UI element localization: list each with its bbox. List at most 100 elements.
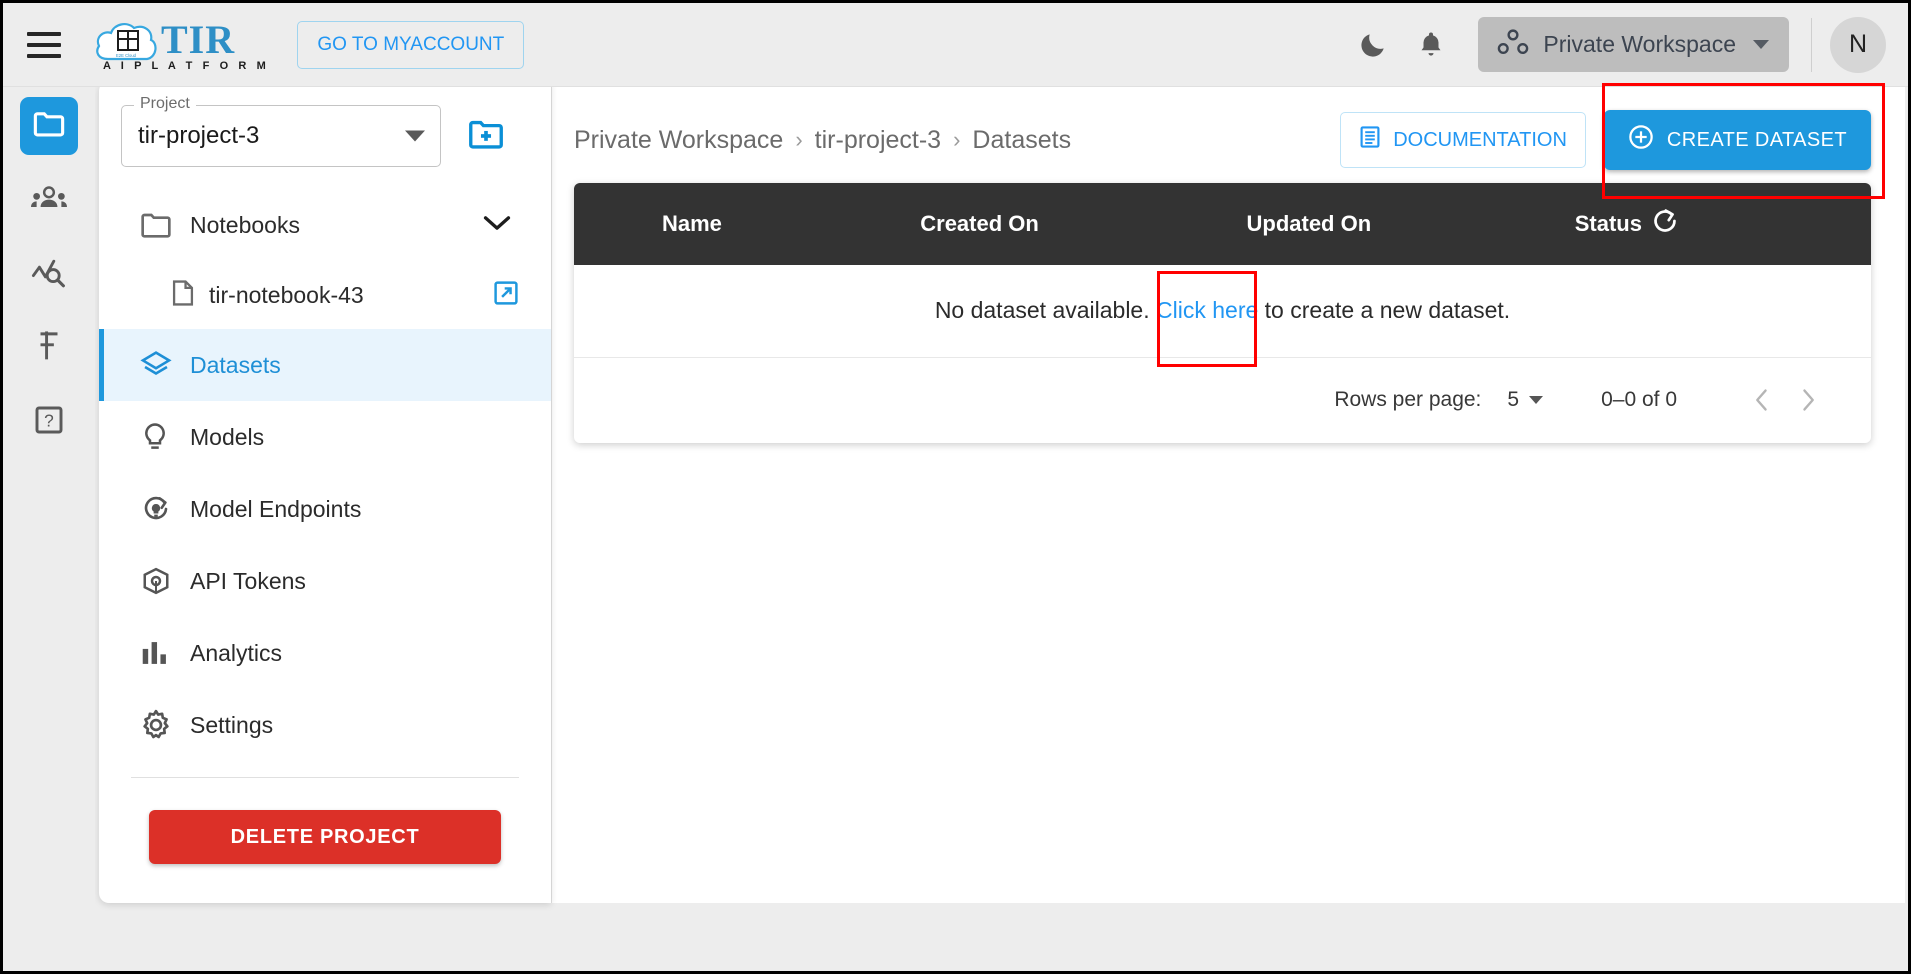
table-header-row: Name Created On Updated On Status bbox=[574, 183, 1871, 265]
sidebar-item-api-tokens[interactable]: API Tokens bbox=[99, 545, 551, 617]
breadcrumb: Private Workspace › tir-project-3 › Data… bbox=[574, 126, 1071, 155]
sidebar-item-label: Settings bbox=[190, 711, 274, 738]
datasets-table-card: Name Created On Updated On Status No dat… bbox=[574, 183, 1871, 443]
sidebar-item-label: Model Endpoints bbox=[190, 495, 362, 522]
breadcrumb-item-workspace[interactable]: Private Workspace bbox=[574, 126, 783, 155]
breadcrumb-item-project[interactable]: tir-project-3 bbox=[815, 126, 941, 155]
people-group-icon bbox=[31, 184, 67, 217]
pagination-range: 0–0 of 0 bbox=[1601, 388, 1677, 412]
column-header-status-label: Status bbox=[1574, 211, 1642, 236]
bar-chart-icon bbox=[140, 639, 178, 667]
rupee-icon bbox=[34, 329, 64, 368]
sidebar-item-model-endpoints[interactable]: Model Endpoints bbox=[99, 473, 551, 545]
table-body: No dataset available. Click here to crea… bbox=[574, 265, 1871, 443]
header-actions: DOCUMENTATION CREATE DATASET bbox=[1340, 110, 1871, 170]
app-root: E2E Cloud TIR A I P L A T F O R M GO TO … bbox=[0, 0, 1911, 974]
workspace-dots-icon bbox=[1496, 29, 1530, 60]
lightbulb-icon bbox=[140, 422, 178, 452]
delete-project-button[interactable]: DELETE PROJECT bbox=[149, 810, 501, 864]
pagination: Rows per page: 5 0–0 of 0 bbox=[574, 377, 1871, 423]
sidebar-item-datasets[interactable]: Datasets bbox=[99, 329, 551, 401]
document-icon bbox=[1359, 125, 1381, 155]
click-here-link[interactable]: Click here bbox=[1156, 297, 1258, 323]
main-content: Private Workspace › tir-project-3 › Data… bbox=[551, 81, 1905, 903]
endpoint-icon bbox=[140, 494, 178, 524]
open-external-icon[interactable] bbox=[493, 280, 519, 311]
empty-state-cell: No dataset available. Click here to crea… bbox=[574, 265, 1871, 358]
rows-per-page-label: Rows per page: bbox=[1334, 388, 1482, 412]
table-empty-row: No dataset available. Click here to crea… bbox=[574, 265, 1871, 358]
create-dataset-button-label: CREATE DATASET bbox=[1666, 128, 1847, 151]
pagination-next-button[interactable] bbox=[1785, 377, 1831, 423]
folder-outline-icon bbox=[140, 211, 178, 239]
project-sidebar-panel: Project tir-project-3 Notebooks tir-note… bbox=[99, 81, 551, 903]
gear-icon bbox=[140, 709, 178, 741]
sidebar-item-settings[interactable]: Settings bbox=[99, 689, 551, 761]
rail-item-help[interactable]: ? bbox=[20, 393, 78, 451]
create-dataset-button[interactable]: CREATE DATASET bbox=[1603, 110, 1871, 170]
layers-icon bbox=[140, 350, 178, 380]
project-select[interactable]: Project tir-project-3 bbox=[121, 95, 441, 167]
pagination-prev-button[interactable] bbox=[1739, 377, 1785, 423]
breadcrumb-separator: › bbox=[953, 127, 961, 152]
project-select-row: Project tir-project-3 bbox=[99, 81, 551, 167]
sidebar-item-notebooks[interactable]: Notebooks bbox=[99, 189, 551, 261]
top-bar: E2E Cloud TIR A I P L A T F O R M GO TO … bbox=[3, 3, 1908, 87]
workspace-selector[interactable]: Private Workspace bbox=[1478, 17, 1789, 72]
go-to-myaccount-button[interactable]: GO TO MYACCOUNT bbox=[297, 20, 525, 69]
breadcrumb-separator: › bbox=[795, 127, 803, 152]
chevron-down-icon bbox=[1529, 396, 1544, 405]
datasets-table: Name Created On Updated On Status No dat… bbox=[574, 183, 1871, 443]
documentation-button-label: DOCUMENTATION bbox=[1393, 128, 1567, 151]
empty-state-text-after: to create a new dataset. bbox=[1264, 297, 1511, 324]
project-select-value: tir-project-3 bbox=[138, 122, 260, 149]
sidebar-item-label: Models bbox=[190, 423, 265, 450]
sidebar-item-analytics[interactable]: Analytics bbox=[99, 617, 551, 689]
rail-item-team[interactable] bbox=[20, 171, 78, 229]
refresh-icon[interactable] bbox=[1652, 208, 1678, 240]
project-nav-list: Notebooks tir-notebook-43 Datasets Model… bbox=[99, 189, 551, 864]
chevron-down-icon bbox=[1753, 40, 1769, 49]
documentation-button[interactable]: DOCUMENTATION bbox=[1340, 112, 1586, 168]
cloud-grid-logo-icon: E2E Cloud bbox=[93, 17, 159, 69]
hamburger-menu-icon[interactable] bbox=[27, 31, 61, 58]
sidebar-subitem-tir-notebook-43[interactable]: tir-notebook-43 bbox=[99, 261, 551, 329]
svg-text:?: ? bbox=[44, 410, 54, 430]
column-header-updated-on[interactable]: Updated On bbox=[1222, 183, 1547, 265]
sidebar-item-models[interactable]: Models bbox=[99, 401, 551, 473]
sidebar-item-label: Analytics bbox=[190, 639, 283, 666]
bell-icon[interactable] bbox=[1408, 22, 1454, 68]
column-header-status[interactable]: Status bbox=[1546, 183, 1871, 265]
file-icon bbox=[171, 279, 195, 312]
rail-item-billing[interactable] bbox=[20, 319, 78, 377]
table-pagination-row: Rows per page: 5 0–0 of 0 bbox=[574, 357, 1871, 443]
rows-per-page-select[interactable]: 5 bbox=[1507, 388, 1544, 412]
table-head: Name Created On Updated On Status bbox=[574, 183, 1871, 265]
column-header-name[interactable]: Name bbox=[574, 183, 899, 265]
sidebar-item-label: Datasets bbox=[190, 351, 281, 378]
folder-icon bbox=[32, 109, 66, 144]
tir-logo: E2E Cloud TIR A I P L A T F O R M bbox=[93, 17, 269, 72]
sidebar-item-label: API Tokens bbox=[190, 567, 306, 594]
analytics-search-icon bbox=[31, 256, 67, 293]
breadcrumb-item-current: Datasets bbox=[972, 125, 1072, 154]
workspace-label: Private Workspace bbox=[1543, 31, 1736, 57]
empty-state-text-before: No dataset available. bbox=[934, 297, 1150, 324]
rail-item-monitoring[interactable] bbox=[20, 245, 78, 303]
question-box-icon: ? bbox=[33, 404, 65, 441]
rail-item-projects[interactable] bbox=[20, 97, 78, 155]
column-header-created-on[interactable]: Created On bbox=[898, 183, 1223, 265]
top-bar-right-cluster: Private Workspace N bbox=[1344, 16, 1908, 73]
folder-plus-icon bbox=[467, 118, 505, 155]
avatar[interactable]: N bbox=[1830, 16, 1886, 73]
moon-icon[interactable] bbox=[1350, 22, 1396, 68]
sidebar-subitem-label: tir-notebook-43 bbox=[209, 281, 364, 308]
nav-divider bbox=[131, 777, 519, 778]
new-project-button[interactable] bbox=[467, 118, 505, 155]
top-bar-divider bbox=[1811, 17, 1812, 72]
chevron-down-icon bbox=[405, 130, 425, 142]
left-icon-rail: ? bbox=[3, 87, 95, 971]
main-header: Private Workspace › tir-project-3 › Data… bbox=[552, 81, 1905, 173]
chevron-down-icon[interactable] bbox=[483, 214, 511, 237]
logo-name: TIR bbox=[161, 17, 236, 62]
